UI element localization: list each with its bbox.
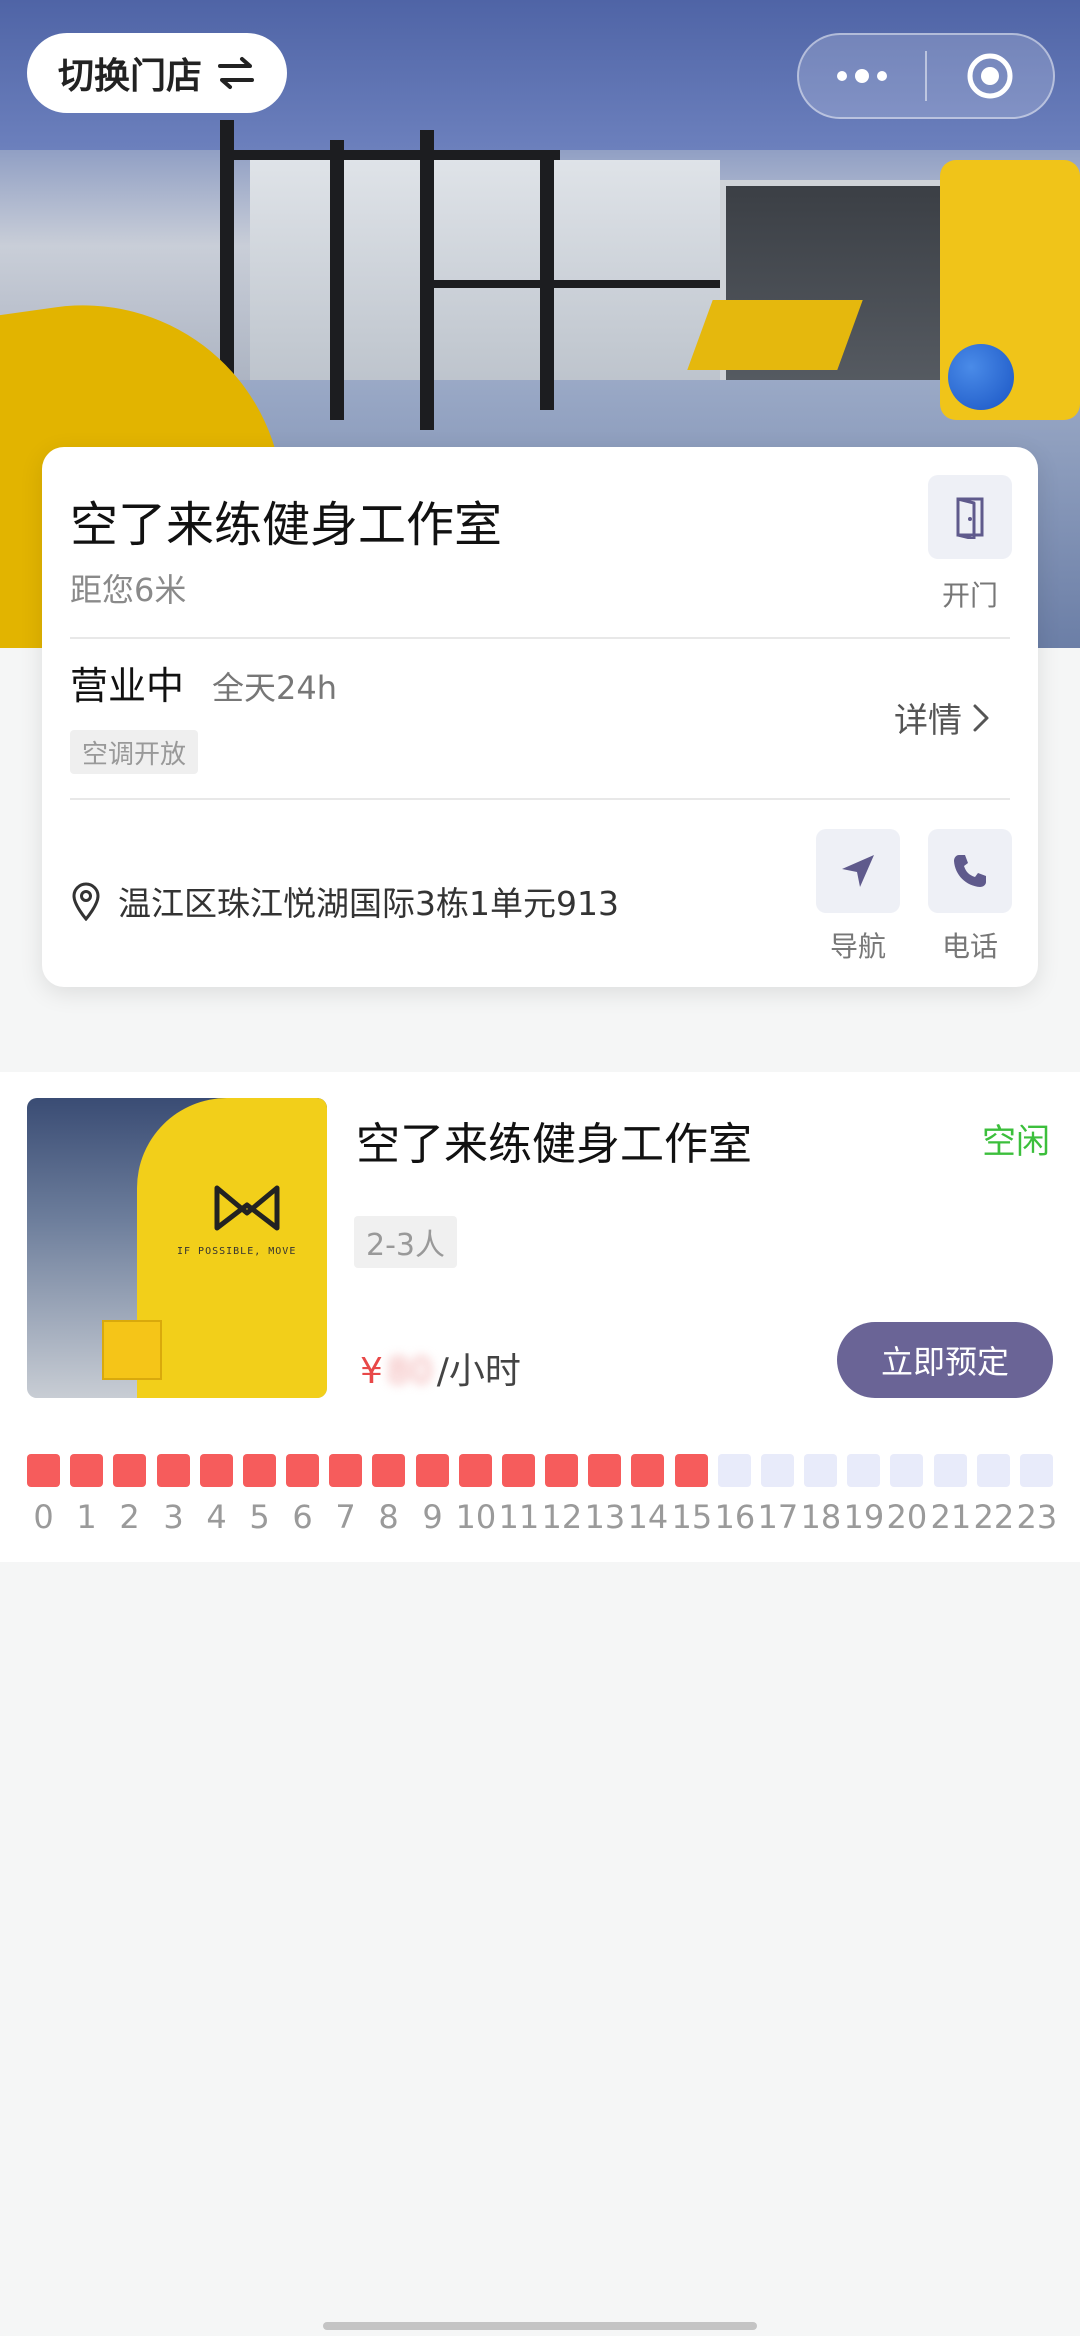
hour-slot-18[interactable] — [804, 1454, 837, 1487]
hour-label: 15 — [671, 1498, 713, 1536]
hour-slot-4[interactable] — [200, 1454, 233, 1487]
close-program-button[interactable] — [927, 35, 1053, 117]
more-button[interactable] — [799, 35, 925, 117]
hour-label: 8 — [378, 1498, 399, 1536]
room-status: 空闲 — [982, 1122, 1050, 1162]
hour-label: 4 — [206, 1498, 227, 1536]
open-door-button[interactable] — [928, 475, 1012, 559]
book-now-button[interactable]: 立即预定 — [837, 1322, 1053, 1398]
hour-slot-15[interactable] — [675, 1454, 708, 1487]
hour-label: 6 — [292, 1498, 313, 1536]
hour-slot-21[interactable] — [934, 1454, 967, 1487]
hour-slot-10[interactable] — [459, 1454, 492, 1487]
ac-tag: 空调开放 — [70, 730, 199, 774]
door-icon — [956, 497, 984, 539]
phone-label: 电话 — [941, 930, 998, 963]
open-door-label: 开门 — [941, 579, 998, 612]
hour-slot-9[interactable] — [416, 1454, 449, 1487]
chevron-right-icon — [973, 704, 989, 731]
hour-slot-8[interactable] — [372, 1454, 405, 1487]
hour-label: 3 — [163, 1498, 184, 1536]
hour-label: 17 — [757, 1498, 799, 1536]
hour-label: 23 — [1016, 1498, 1058, 1536]
hour-label: 0 — [33, 1498, 54, 1536]
switch-store-label: 切换门店 — [57, 56, 202, 97]
hour-label: 1 — [76, 1498, 97, 1536]
target-circle-icon — [967, 53, 1013, 99]
price-amount: 80 — [386, 1351, 433, 1392]
swap-arrows-icon — [218, 57, 254, 89]
more-dots-icon — [837, 69, 887, 83]
navigate-button[interactable] — [816, 829, 900, 913]
business-hours: 全天24h — [212, 669, 338, 707]
location-pin-icon — [72, 882, 100, 921]
hour-slot-0[interactable] — [27, 1454, 60, 1487]
hour-label: 7 — [335, 1498, 356, 1536]
hour-label: 21 — [930, 1498, 972, 1536]
brand-logo-icon — [214, 1185, 280, 1231]
hour-label: 19 — [843, 1498, 885, 1536]
hour-label: 9 — [422, 1498, 443, 1536]
hourly-availability: 0 1 2 3 4 5 6 7 8 9 10 11 12 13 14 15 16 17 18 19 20 21 22 23 — [27, 1454, 1057, 1544]
address-text: 温江区珠江悦湖国际3栋1单元913 — [118, 884, 619, 923]
business-status: 营业中 — [70, 664, 185, 708]
hour-slot-20[interactable] — [890, 1454, 923, 1487]
hour-label: 22 — [973, 1498, 1015, 1536]
price-unit: /小时 — [436, 1351, 521, 1392]
hour-slot-13[interactable] — [588, 1454, 621, 1487]
hour-slot-1[interactable] — [70, 1454, 103, 1487]
hour-slot-19[interactable] — [847, 1454, 880, 1487]
details-link[interactable]: 详情 — [894, 693, 990, 742]
mini-program-capsule — [797, 33, 1055, 119]
hour-slot-17[interactable] — [761, 1454, 794, 1487]
hour-slot-23[interactable] — [1020, 1454, 1053, 1487]
hour-label: 12 — [541, 1498, 583, 1536]
hour-label: 5 — [249, 1498, 270, 1536]
currency-symbol: ¥ — [360, 1351, 383, 1392]
hour-label: 20 — [886, 1498, 928, 1536]
store-info-card: 空了来练健身工作室 距您6米 开门 营业中 全天24h 空调开放 详情 温江区珠… — [42, 447, 1038, 987]
capacity-tag: 2-3人 — [354, 1216, 457, 1268]
hour-slot-11[interactable] — [502, 1454, 535, 1487]
phone-icon — [954, 855, 986, 887]
hour-label: 11 — [498, 1498, 540, 1536]
hour-slot-16[interactable] — [718, 1454, 751, 1487]
store-distance: 距您6米 — [70, 571, 187, 609]
hour-slot-14[interactable] — [631, 1454, 664, 1487]
room-photo: IF POSSIBLE, MOVE — [27, 1098, 327, 1398]
details-label: 详情 — [894, 701, 962, 741]
room-card[interactable]: IF POSSIBLE, MOVE 空了来练健身工作室 空闲 2-3人 ¥ 80… — [0, 1072, 1080, 1562]
home-indicator — [323, 2322, 757, 2330]
hour-slot-6[interactable] — [286, 1454, 319, 1487]
hour-slot-12[interactable] — [545, 1454, 578, 1487]
hour-label: 18 — [800, 1498, 842, 1536]
navigate-label: 导航 — [829, 930, 886, 963]
switch-store-button[interactable]: 切换门店 — [27, 33, 287, 113]
hour-label: 2 — [119, 1498, 140, 1536]
hour-label: 13 — [584, 1498, 626, 1536]
hour-slot-5[interactable] — [243, 1454, 276, 1487]
room-name: 空了来练健身工作室 — [356, 1119, 752, 1170]
hour-label: 14 — [627, 1498, 669, 1536]
hour-label: 10 — [455, 1498, 497, 1536]
phone-button[interactable] — [928, 829, 1012, 913]
brand-slogan: IF POSSIBLE, MOVE — [177, 1246, 297, 1257]
hour-slot-7[interactable] — [329, 1454, 362, 1487]
hour-slot-22[interactable] — [977, 1454, 1010, 1487]
hour-label: 16 — [714, 1498, 756, 1536]
hour-slot-3[interactable] — [157, 1454, 190, 1487]
room-price: ¥ 80 /小时 — [360, 1342, 521, 1394]
hour-slot-2[interactable] — [113, 1454, 146, 1487]
navigation-arrow-icon — [842, 855, 874, 887]
store-name: 空了来练健身工作室 — [70, 497, 503, 553]
store-address[interactable]: 温江区珠江悦湖国际3栋1单元913 — [70, 877, 619, 925]
